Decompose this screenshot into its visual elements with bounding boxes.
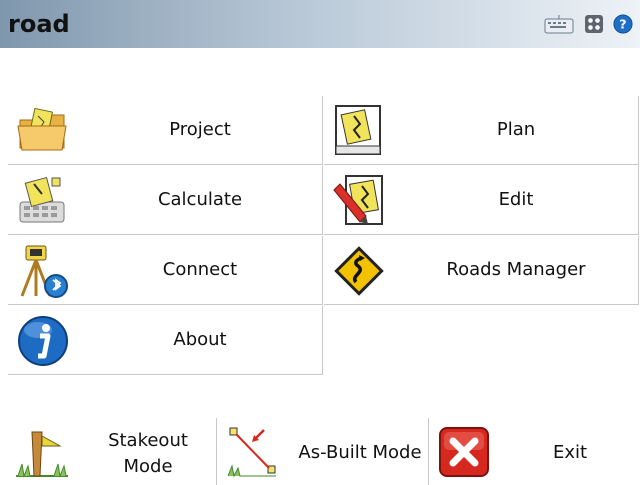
about-button[interactable]: About (8, 306, 323, 375)
stake-icon (16, 431, 68, 478)
folder-icon (17, 107, 67, 151)
plan-button[interactable]: Plan (324, 96, 639, 165)
plan-icon (335, 105, 381, 155)
calculate-button[interactable]: Calculate (8, 166, 323, 235)
project-button[interactable]: Project (8, 96, 323, 165)
calculator-icon (19, 176, 65, 223)
info-icon (18, 316, 68, 366)
stakeout-label-line2: Mode (123, 456, 173, 477)
exit-label: Exit (552, 442, 588, 463)
road-sign-icon (334, 246, 384, 296)
roads-manager-button[interactable]: Roads Manager (324, 236, 639, 305)
svg-text:?: ? (619, 17, 626, 32)
about-label: About (173, 329, 227, 350)
app-title: road (8, 10, 70, 38)
stakeout-mode-button[interactable]: Stakeout Mode (8, 418, 217, 485)
as-built-icon (227, 427, 276, 478)
roads-manager-label: Roads Manager (446, 259, 586, 280)
survey-instrument-icon (20, 245, 68, 298)
keyboard-icon[interactable] (544, 14, 574, 34)
exit-icon (439, 427, 489, 477)
title-bar: road ? (0, 0, 640, 48)
help-icon[interactable]: ? (612, 14, 634, 34)
calculate-label: Calculate (157, 189, 243, 210)
as-built-label: As-Built Mode (298, 442, 422, 463)
connect-label: Connect (162, 259, 238, 280)
exit-button[interactable]: Exit (430, 418, 638, 485)
edit-label: Edit (498, 189, 534, 210)
pencil-icon (333, 175, 383, 225)
edit-button[interactable]: Edit (324, 166, 639, 235)
project-label: Project (169, 119, 231, 140)
stakeout-label-line1: Stakeout (108, 430, 188, 451)
grid-icon[interactable] (584, 14, 604, 34)
as-built-mode-button[interactable]: As-Built Mode (218, 418, 429, 485)
plan-label: Plan (496, 119, 536, 140)
connect-button[interactable]: Connect (8, 236, 323, 305)
